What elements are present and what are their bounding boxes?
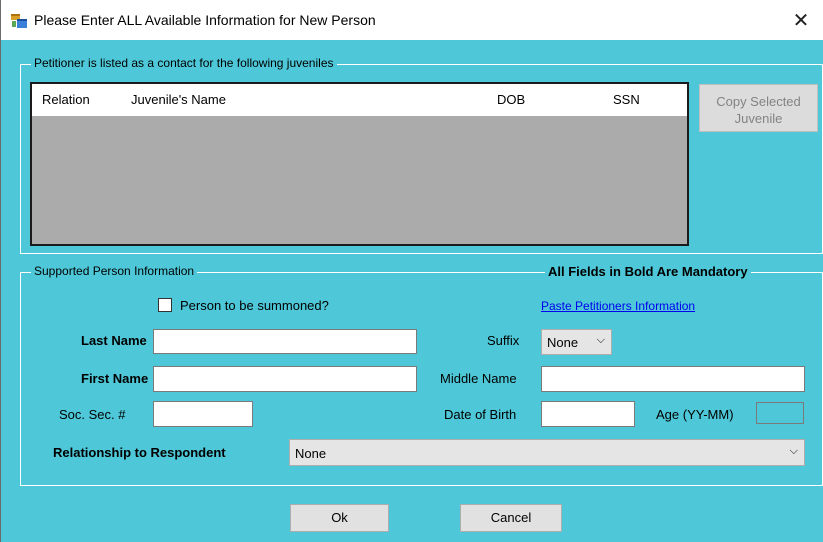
age-display — [756, 402, 804, 424]
chevron-down-icon: ⌵ — [596, 333, 605, 346]
relationship-label: Relationship to Respondent — [53, 445, 226, 460]
column-header-relation[interactable]: Relation — [42, 92, 90, 107]
suffix-select[interactable]: None ⌵ — [541, 329, 612, 355]
first-name-input[interactable] — [153, 366, 417, 392]
close-button[interactable]: ✕ — [778, 0, 823, 40]
cancel-button[interactable]: Cancel — [460, 504, 562, 532]
column-header-dob[interactable]: DOB — [497, 92, 525, 107]
ssn-label: Soc. Sec. # — [59, 407, 126, 422]
dob-input[interactable] — [541, 401, 635, 427]
dob-label: Date of Birth — [444, 407, 517, 422]
relationship-value: None — [295, 446, 327, 461]
last-name-label: Last Name — [81, 333, 147, 348]
relationship-select[interactable]: None ⌵ — [289, 439, 805, 466]
middle-name-input[interactable] — [541, 366, 805, 392]
juveniles-grid[interactable]: Relation Juvenile's Name DOB SSN — [30, 82, 689, 246]
supported-person-group-label: Supported Person Information — [31, 264, 198, 278]
last-name-input[interactable] — [153, 329, 417, 354]
juveniles-group-label: Petitioner is listed as a contact for th… — [31, 56, 337, 70]
paste-petitioners-link[interactable]: Paste Petitioners Information — [541, 299, 695, 313]
summoned-label[interactable]: Person to be summoned? — [180, 298, 329, 313]
window-title: Please Enter ALL Available Information f… — [34, 12, 376, 28]
summoned-checkbox[interactable] — [158, 298, 172, 312]
copy-selected-juvenile-button[interactable]: Copy Selected Juvenile — [699, 84, 818, 132]
grid-header: Relation Juvenile's Name DOB SSN — [32, 84, 687, 116]
mandatory-note: All Fields in Bold Are Mandatory — [545, 264, 751, 279]
ok-button[interactable]: Ok — [290, 504, 389, 532]
column-header-ssn[interactable]: SSN — [613, 92, 640, 107]
new-person-dialog: Please Enter ALL Available Information f… — [0, 0, 823, 542]
column-header-juvenile-name[interactable]: Juvenile's Name — [131, 92, 226, 107]
ssn-input[interactable] — [153, 401, 253, 427]
close-icon: ✕ — [792, 8, 810, 32]
middle-name-label: Middle Name — [440, 371, 517, 386]
title-bar: Please Enter ALL Available Information f… — [1, 0, 823, 40]
chevron-down-icon: ⌵ — [789, 444, 798, 457]
suffix-label: Suffix — [487, 333, 520, 348]
app-window-icon — [11, 14, 27, 28]
first-name-label: First Name — [81, 371, 149, 386]
suffix-value: None — [547, 335, 579, 350]
age-label: Age (YY-MM) — [656, 407, 734, 422]
